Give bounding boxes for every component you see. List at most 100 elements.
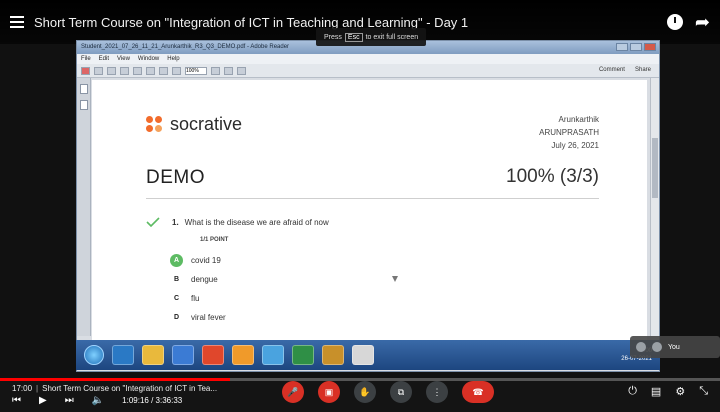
window-title: Student_2021_07_26_11_21_Arunkarthik_R3_… — [81, 44, 290, 50]
menu-edit[interactable]: Edit — [99, 56, 109, 62]
player-controls: 17:00 | Short Term Course on "Integration … — [0, 381, 720, 412]
playlist-menu-icon[interactable] — [10, 16, 24, 28]
folder-icon[interactable] — [322, 345, 344, 365]
next-icon[interactable]: ⏭ — [65, 395, 74, 406]
acrobat-icon[interactable] — [202, 345, 224, 365]
student-info: Arunkarthik ARUNPRASATH July 26, 2021 — [539, 113, 599, 152]
share-button[interactable]: Share — [635, 67, 651, 73]
mute-mic-icon[interactable]: 🎤 — [282, 381, 304, 403]
option-text: dengue — [191, 275, 218, 284]
camera-off-icon[interactable]: ▣ — [318, 381, 340, 403]
create-pdf-icon[interactable] — [81, 66, 90, 75]
navigation-pane — [77, 78, 91, 336]
present-screen-icon[interactable]: ⧉ — [390, 381, 412, 403]
toolbar: 100% Comment Share — [77, 64, 659, 78]
chapter-info: 17:00 | Short Term Course on "Integration … — [12, 384, 218, 393]
email-icon[interactable] — [120, 66, 129, 75]
camera-icon[interactable] — [652, 342, 662, 352]
student-first-name: Arunkarthik — [558, 115, 599, 124]
explorer-icon[interactable] — [142, 345, 164, 365]
option-text: covid 19 — [191, 256, 221, 265]
subtitles-icon[interactable]: ▤ — [651, 385, 661, 398]
menu-view[interactable]: View — [117, 56, 130, 62]
option-letter: D — [173, 314, 180, 321]
share-icon[interactable]: ➦ — [695, 13, 710, 31]
app-icon[interactable] — [352, 345, 374, 365]
zoom-level[interactable]: 100% — [185, 66, 207, 75]
open-icon[interactable] — [94, 66, 103, 75]
ie-icon[interactable] — [112, 345, 134, 365]
vertical-scrollbar[interactable] — [650, 78, 659, 336]
mic-icon[interactable] — [636, 342, 646, 352]
hint-key: Esc — [344, 32, 363, 42]
question-points: 1/1 POINT — [200, 237, 228, 243]
volume-icon[interactable]: 🔈 — [92, 395, 104, 406]
zoom-in-icon[interactable] — [172, 66, 181, 75]
chrome-icon[interactable] — [232, 345, 254, 365]
self-view-label: You — [668, 343, 680, 351]
next-page-icon[interactable] — [146, 66, 155, 75]
comment-button[interactable]: Comment — [599, 67, 625, 73]
bottom-title: Short Term Course on "Integration of ICT… — [42, 384, 218, 393]
attachments-icon[interactable] — [79, 100, 88, 110]
socrative-logo-icon — [146, 115, 164, 134]
option-letter: A — [170, 254, 183, 267]
watch-later-icon[interactable] — [666, 14, 683, 30]
close-button[interactable] — [644, 43, 656, 51]
maximize-button[interactable] — [630, 43, 642, 51]
raise-hand-icon[interactable]: ✋ — [354, 381, 376, 403]
points-value: 1/1 POINT — [200, 237, 229, 243]
more-options-icon[interactable]: ⋮ — [426, 381, 448, 403]
option-d: D viral fever — [170, 311, 226, 324]
media-icon[interactable] — [172, 345, 194, 365]
sign-icon[interactable] — [237, 66, 246, 75]
meeting-controls: 🎤 ▣ ✋ ⧉ ⋮ ☎ — [282, 381, 494, 403]
bottom-time: 17:00 — [12, 384, 33, 393]
elapsed-time: 1:09:16 — [122, 396, 149, 405]
start-button[interactable] — [84, 345, 104, 365]
hint-prefix: Press — [324, 33, 342, 41]
menu-bar: File Edit View Window Help — [77, 54, 659, 64]
quiz-score: 100% (3/3) — [506, 166, 599, 187]
page-thumbnail-icon[interactable] — [79, 84, 88, 94]
option-a: A covid 19 — [170, 254, 221, 267]
menu-file[interactable]: File — [81, 56, 91, 62]
pdf-page: socrative Arunkarthik ARUNPRASATH July 2… — [92, 80, 647, 348]
scrollbar-thumb[interactable] — [652, 138, 658, 198]
fit-width-icon[interactable] — [224, 66, 233, 75]
student-last-name: ARUNPRASATH — [539, 128, 599, 137]
socrative-logo: socrative — [146, 114, 242, 135]
menu-help[interactable]: Help — [167, 56, 179, 62]
menu-window[interactable]: Window — [138, 56, 159, 62]
total-time: 3:36:33 — [155, 396, 183, 405]
self-view-tile[interactable]: You — [630, 336, 720, 358]
question-text: What is the disease we are afraid of now — [184, 217, 329, 227]
minimize-button[interactable] — [616, 43, 628, 51]
question-number: 1. — [172, 217, 179, 227]
leave-call-icon[interactable]: ☎ — [462, 381, 494, 403]
divider — [146, 198, 599, 199]
option-letter: B — [173, 276, 180, 283]
autoplay-icon[interactable]: ⏻ — [628, 385, 637, 398]
option-b: B dengue — [170, 273, 218, 286]
option-text: viral fever — [191, 313, 226, 322]
video-frame: Short Term Course on "Integration of ICT… — [0, 0, 720, 412]
print-icon[interactable] — [107, 66, 116, 75]
hint-suffix: to exit full screen — [365, 33, 419, 41]
brand-name: socrative — [170, 114, 243, 134]
previous-icon[interactable]: ⏮ — [12, 395, 21, 406]
paint-icon[interactable] — [262, 345, 284, 365]
prev-page-icon[interactable] — [133, 66, 142, 75]
settings-icon[interactable]: ⚙ — [675, 385, 685, 398]
fit-page-icon[interactable] — [211, 66, 220, 75]
zoom-out-icon[interactable] — [159, 66, 168, 75]
time-display: 1:09:16 / 3:36:33 — [122, 396, 183, 405]
excel-icon[interactable] — [292, 345, 314, 365]
mouse-cursor-icon — [392, 276, 398, 282]
correct-check-icon — [146, 217, 160, 227]
windows-taskbar: 17:00 26-07-2021 — [76, 340, 660, 370]
play-icon[interactable]: ▶ — [39, 395, 47, 406]
fullscreen-exit-icon[interactable]: ⤡ — [699, 385, 708, 398]
question-row: 1. What is the disease we are afraid of … — [146, 217, 329, 227]
option-letter: C — [173, 295, 180, 302]
